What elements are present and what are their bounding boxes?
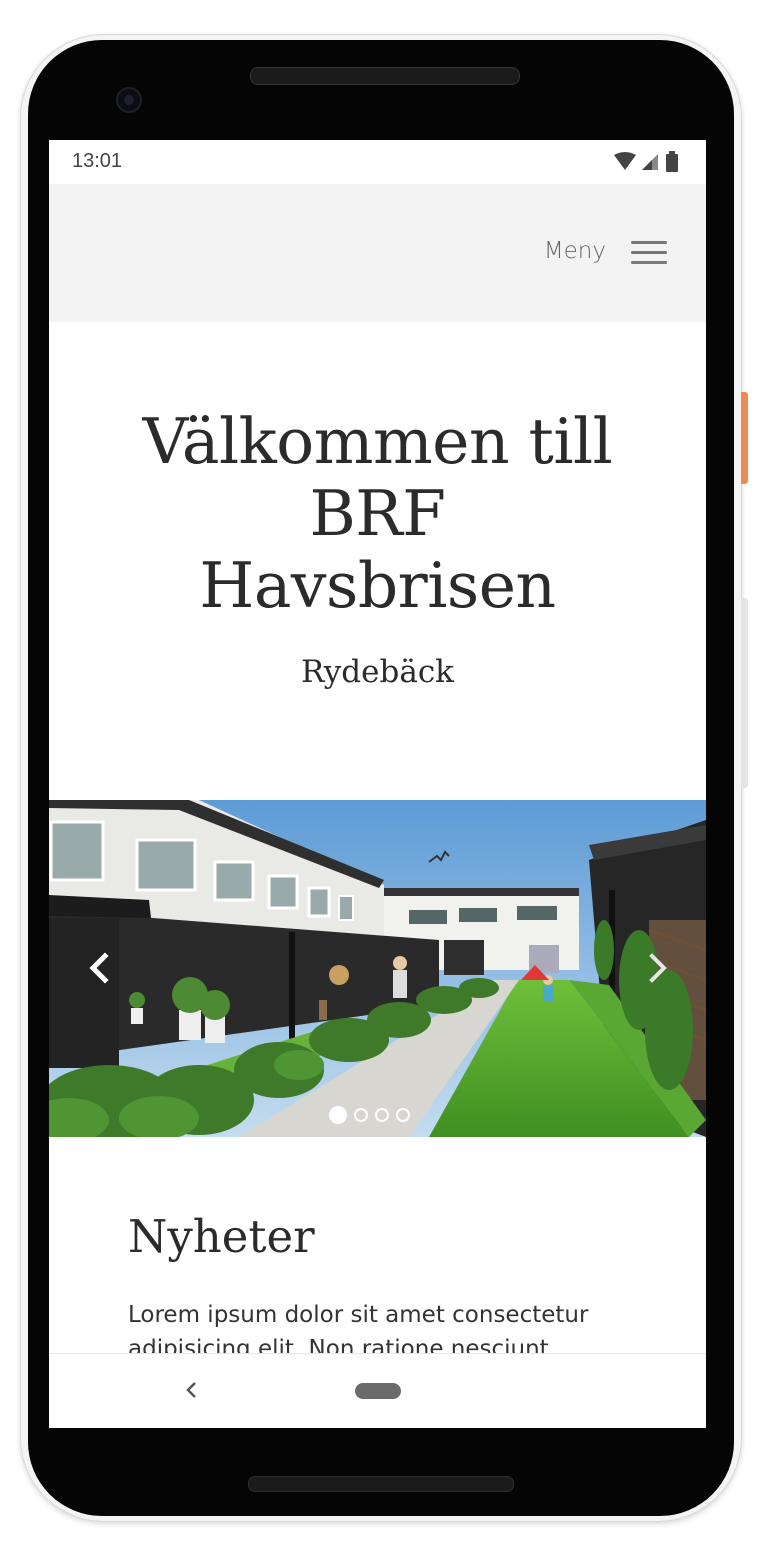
image-carousel[interactable] [49,800,706,1137]
volume-button [741,598,748,788]
bottom-speaker [248,1476,514,1492]
front-camera [116,87,142,113]
chevron-right-icon[interactable] [638,948,678,988]
carousel-indicators [329,1106,410,1128]
phone-screen: 13:01 Meny Välkommen till BRF Havsbrisen… [49,140,706,1428]
site-header: Meny [49,184,706,322]
status-time: 13:01 [72,150,123,172]
signal-icon [642,154,658,170]
status-bar: 13:01 [49,140,706,184]
title-line-1: Välkommen till [142,405,613,478]
home-pill-icon[interactable] [355,1383,401,1399]
carousel-dot-2[interactable] [354,1108,368,1122]
title-line-2: BRF [309,477,446,550]
carousel-dot-1[interactable] [329,1106,347,1124]
title-line-3: Havsbrisen [199,549,556,622]
carousel-image-courtyard [49,800,706,1137]
chevron-left-icon[interactable] [79,948,119,988]
wifi-icon [614,152,636,170]
carousel-dot-4[interactable] [396,1108,410,1122]
power-button [741,392,748,484]
back-chevron-icon[interactable] [179,1376,203,1404]
page-title: Välkommen till BRF Havsbrisen [49,406,706,622]
news-heading: Nyheter [128,1210,315,1263]
status-icons [614,151,678,172]
page-subtitle: Rydebäck [301,654,454,690]
earpiece-speaker [250,67,520,85]
menu-label[interactable]: Meny [544,238,606,264]
carousel-dot-3[interactable] [375,1108,389,1122]
battery-icon [666,151,678,172]
hamburger-icon[interactable] [631,241,667,265]
navigation-bar [49,1353,706,1428]
